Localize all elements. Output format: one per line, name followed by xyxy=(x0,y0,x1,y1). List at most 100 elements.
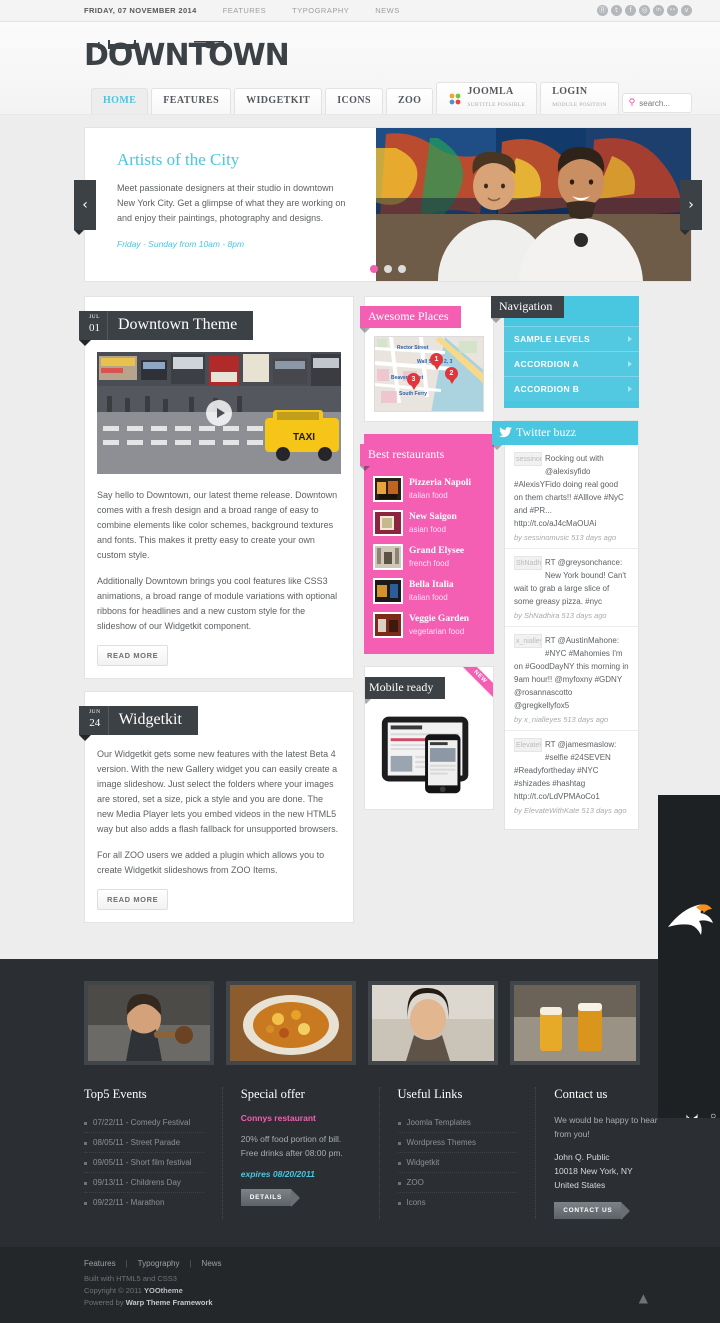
twitter-icon[interactable]: t xyxy=(611,5,622,16)
map-marker-1[interactable]: 1 xyxy=(430,353,443,366)
slideshow-dot-2[interactable] xyxy=(384,265,392,273)
footer-col-links: Useful Links Joomla Templates Wordpress … xyxy=(380,1087,537,1219)
tweet-meta: by sessinomusic 513 days ago xyxy=(514,533,617,542)
mobile-ready-title: Mobile ready xyxy=(365,677,446,704)
slideshow-dot-1[interactable] xyxy=(370,265,378,273)
search-box[interactable]: ⚲ xyxy=(621,93,692,113)
main-content: JUL 01 Downtown Theme TAXI Say hello to … xyxy=(0,296,720,959)
footer-col-title: Top5 Events xyxy=(84,1087,147,1101)
contact-intro: We would be happy to hear from you! xyxy=(554,1115,658,1139)
nav-item-login-label: LOGIN xyxy=(552,86,588,97)
dribbble-icon[interactable]: ◎ xyxy=(639,5,650,16)
sidebar-item-accordion-a[interactable]: ACCORDION A xyxy=(504,351,639,376)
back-to-top-button[interactable]: ▲ xyxy=(639,1291,648,1305)
details-button[interactable]: DETAILS xyxy=(240,1189,301,1207)
footer-col-title: Special offer xyxy=(240,1087,305,1101)
search-input[interactable] xyxy=(639,98,685,108)
current-date: FRIDAY, 07 NOVEMBER 2014 xyxy=(84,6,197,15)
slideshow-dot-3[interactable] xyxy=(398,265,406,273)
article-video[interactable]: TAXI xyxy=(97,352,341,474)
contact-us-button[interactable]: CONTACT US xyxy=(554,1202,631,1220)
footer-image-food[interactable] xyxy=(226,981,356,1065)
avatar: sessinomusic xyxy=(514,452,542,466)
restaurant-item[interactable]: Grand Elysee french food xyxy=(373,540,485,574)
play-icon[interactable] xyxy=(206,400,232,426)
footer-col-title: Useful Links xyxy=(397,1087,463,1101)
top-bar: FRIDAY, 07 NOVEMBER 2014 FEATURES TYPOGR… xyxy=(0,0,720,22)
new-badge: NEW xyxy=(451,667,493,706)
map[interactable]: Rector Street Wall Street 2, 3 Beaver St… xyxy=(374,336,484,412)
svg-text:TAXI: TAXI xyxy=(293,432,315,443)
nav-item-joomla[interactable]: JOOMLA SUBTITLE POSSIBLE xyxy=(436,82,538,114)
footer-image-beer[interactable] xyxy=(510,981,640,1065)
facebook-icon[interactable]: f xyxy=(625,5,636,16)
page-root: FRIDAY, 07 NOVEMBER 2014 FEATURES TYPOGR… xyxy=(0,0,720,1323)
read-more-button[interactable]: READ MORE xyxy=(97,645,169,666)
bottom-bar: Features | Typography | News Built with … xyxy=(0,1247,720,1323)
sidebar-item-sample-levels[interactable]: SAMPLE LEVELS xyxy=(504,326,639,351)
restaurant-item[interactable]: Veggie Garden vegetarian food xyxy=(373,608,485,642)
map-marker-2[interactable]: 2 xyxy=(445,367,458,380)
restaurant-item[interactable]: Pizzeria Napoli italian food xyxy=(373,472,485,506)
fox-logo-icon xyxy=(668,904,713,935)
restaurant-item[interactable]: New Saigon asian food xyxy=(373,506,485,540)
twitter-buzz-title: Twitter buzz xyxy=(516,425,577,439)
social-links: Ⓡ t f ◎ in •• v xyxy=(597,5,692,16)
nav-item-widgetkit[interactable]: WIDGETKIT xyxy=(234,88,323,114)
vimeo-icon[interactable]: v xyxy=(681,5,692,16)
map-marker-3[interactable]: 3 xyxy=(407,373,420,386)
content-column: JUL 01 Downtown Theme TAXI Say hello to … xyxy=(79,296,354,935)
nav-item-features[interactable]: FEATURES xyxy=(151,88,232,114)
restaurant-item[interactable]: Bella Italia italian food xyxy=(373,574,485,608)
footer-col-events: Top5 Events 07/22/11 - Comedy Festival 0… xyxy=(84,1087,223,1219)
article-widgetkit: JUN 24 Widgetkit Our Widgetkit gets some… xyxy=(79,691,354,923)
joomfox-brand: JoomFox CREATIVE WEB STUDIO xyxy=(658,795,720,1118)
avatar: ShNadhira xyxy=(514,556,542,570)
copyright-prefix: Copyright © 2011 xyxy=(84,1286,145,1295)
article-date-month: JUN xyxy=(89,709,101,715)
top-nav-item-typography[interactable]: TYPOGRAPHY xyxy=(292,6,349,15)
flickr-icon[interactable]: •• xyxy=(667,5,678,16)
twitter-buzz-header: Twitter buzz xyxy=(492,421,638,450)
footer-image-musician[interactable] xyxy=(84,981,214,1065)
slideshow-prev-button[interactable]: ‹ xyxy=(74,179,96,235)
main-nav: HOME FEATURES WIDGETKIT ICONS ZOO JOOMLA… xyxy=(84,82,692,114)
list-item[interactable]: ZOO xyxy=(397,1173,518,1193)
powered-brand[interactable]: Warp Theme Framework xyxy=(126,1298,213,1307)
contact-address: John Q. Public 10018 New York, NY United… xyxy=(554,1152,633,1190)
footer-image-portrait[interactable] xyxy=(368,981,498,1065)
article-title: Widgetkit xyxy=(118,711,182,728)
list-item[interactable]: Joomla Templates xyxy=(397,1113,518,1133)
top-nav-item-features[interactable]: FEATURES xyxy=(223,6,266,15)
article-paragraph-2: For all ZOO users we added a plugin whic… xyxy=(97,850,325,875)
list-item[interactable]: 09/22/11 - Marathon xyxy=(84,1193,204,1212)
bottom-nav-item-features[interactable]: Features xyxy=(84,1259,116,1268)
nav-item-icons[interactable]: ICONS xyxy=(325,88,383,114)
sidebar-item-accordion-b[interactable]: ACCORDION B xyxy=(504,376,639,401)
list-item[interactable]: 09/05/11 - Short film festival xyxy=(84,1153,204,1173)
list-item[interactable]: 07/22/11 - Comedy Festival xyxy=(84,1113,204,1133)
list-item[interactable]: Wordpress Themes xyxy=(397,1133,518,1153)
top-nav-item-news[interactable]: NEWS xyxy=(375,6,400,15)
restaurant-category: asian food xyxy=(409,525,446,534)
restaurant-category: italian food xyxy=(409,593,448,602)
divider: | xyxy=(125,1259,128,1268)
list-item[interactable]: Widgetkit xyxy=(397,1153,518,1173)
linkedin-icon[interactable]: in xyxy=(653,5,664,16)
bottom-nav-item-typography[interactable]: Typography xyxy=(138,1259,180,1268)
slideshow-next-button[interactable]: › xyxy=(680,179,702,235)
bottom-nav-item-news[interactable]: News xyxy=(202,1259,222,1268)
list-item[interactable]: 09/13/11 - Childrens Day xyxy=(84,1173,204,1193)
powered-prefix: Powered by xyxy=(84,1298,126,1307)
list-item[interactable]: 08/05/11 - Street Parade xyxy=(84,1133,204,1153)
list-item[interactable]: Icons xyxy=(397,1193,518,1212)
nav-item-login[interactable]: LOGIN MODULE POSITION xyxy=(540,82,619,114)
nav-item-home[interactable]: HOME xyxy=(91,88,149,114)
read-more-button[interactable]: READ MORE xyxy=(97,889,169,910)
nav-item-zoo[interactable]: ZOO xyxy=(385,88,434,114)
article-date: JUL 01 xyxy=(79,311,108,340)
restaurant-name: Veggie Garden xyxy=(409,614,470,624)
rss-icon[interactable]: Ⓡ xyxy=(597,5,608,16)
logo[interactable]: DOWNTOWN xyxy=(84,36,692,82)
tweet-item: ElevateWithKate RT @jamesmaslow: #selfie… xyxy=(505,731,638,821)
